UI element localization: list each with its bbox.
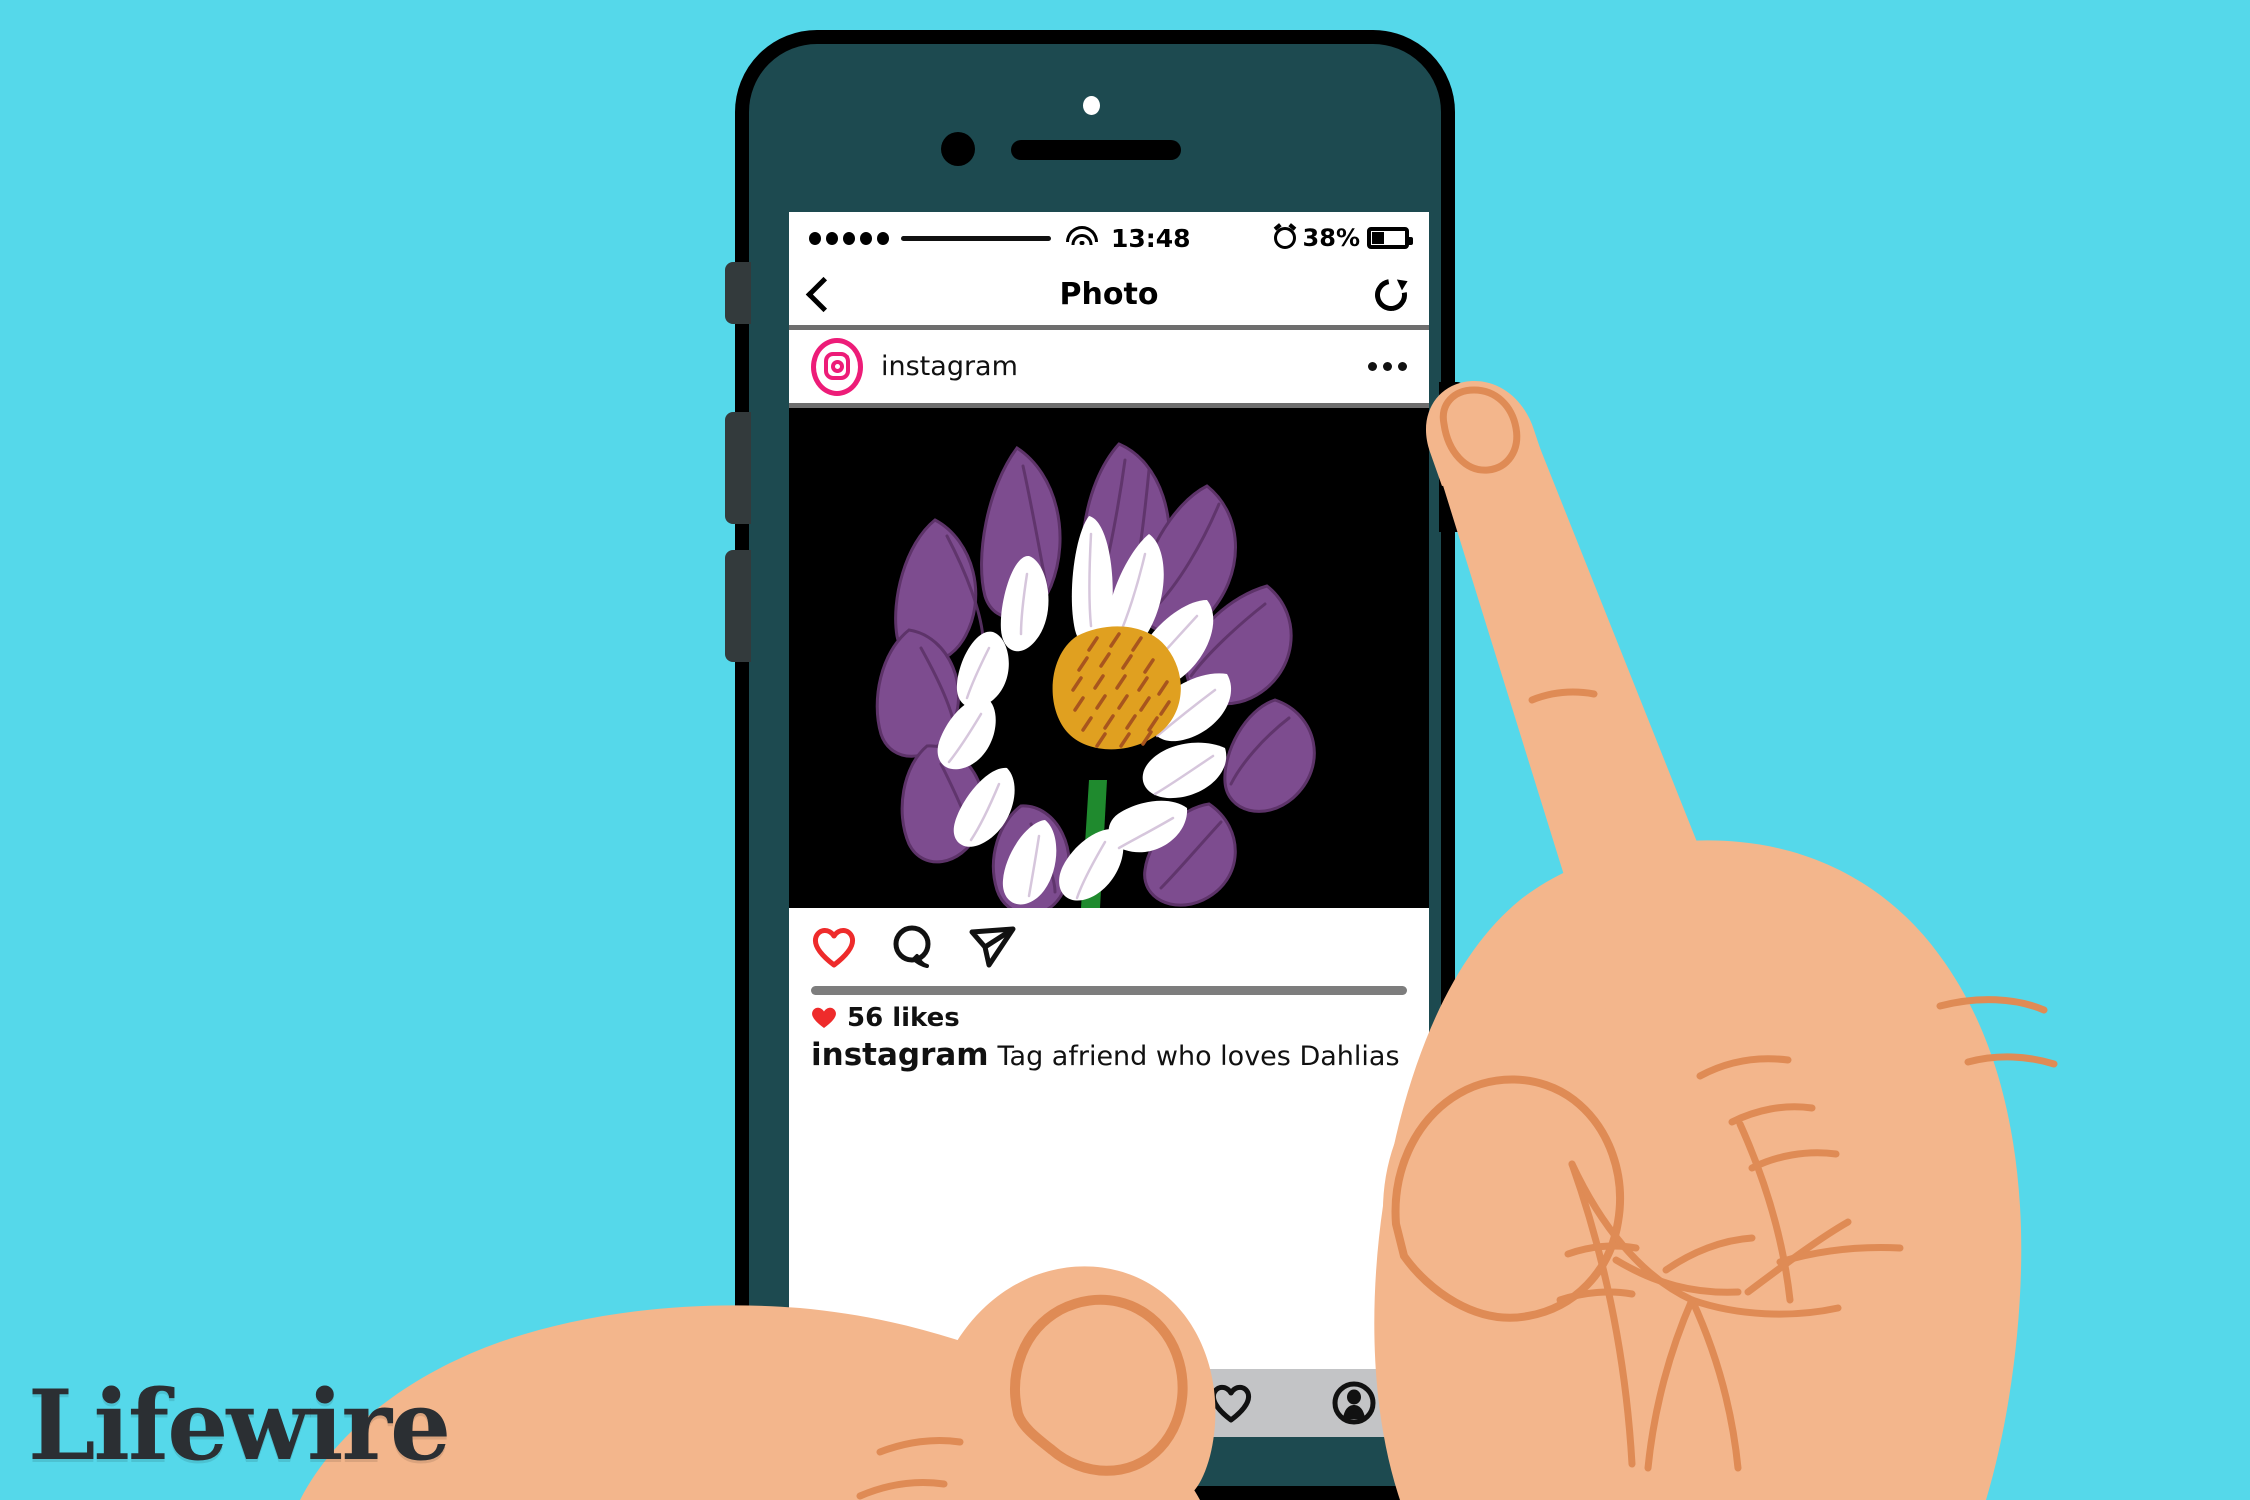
status-right-group: 38% xyxy=(1273,224,1413,252)
alarm-clock-icon xyxy=(1273,227,1296,249)
battery-icon xyxy=(1367,227,1413,249)
caption-username[interactable]: instagram xyxy=(811,1037,989,1073)
heart-icon[interactable] xyxy=(811,926,857,968)
post-actions xyxy=(789,908,1429,986)
instagram-camera-icon[interactable] xyxy=(811,337,863,396)
volume-down-button[interactable] xyxy=(725,550,751,662)
power-button[interactable] xyxy=(1439,382,1465,532)
wifi-icon xyxy=(1066,226,1098,250)
home-icon xyxy=(843,1387,886,1420)
likes-count-label: 56 likes xyxy=(847,1003,960,1033)
likes-row: 56 likes xyxy=(789,995,1429,1033)
post-photo[interactable] xyxy=(789,408,1429,908)
post-caption: instagram Tag afriend who loves Dahlias xyxy=(789,1033,1429,1075)
section-divider xyxy=(811,986,1407,995)
status-clock: 13:48 xyxy=(1111,223,1191,253)
carrier-line xyxy=(901,235,1051,241)
caption-text: Tag afriend who loves Dahlias xyxy=(997,1041,1400,1072)
profile-avatar-icon xyxy=(1332,1381,1376,1425)
signal-strength-icon xyxy=(809,231,889,245)
front-camera-icon xyxy=(941,132,975,166)
tab-home[interactable] xyxy=(841,1382,887,1424)
ellipsis-icon[interactable] xyxy=(1368,362,1407,371)
dahlia-flower-illustration xyxy=(789,408,1429,908)
refresh-icon[interactable] xyxy=(1368,272,1414,317)
lifewire-logo: Lifewire xyxy=(28,1369,451,1482)
phone-screen: 13:48 38% Photo instagram 56 likes insta… xyxy=(789,212,1429,1437)
smartphone: 13:48 38% Photo instagram 56 likes insta… xyxy=(725,30,1465,1500)
heart-filled-icon xyxy=(811,1006,837,1030)
bottom-tab-bar xyxy=(789,1369,1429,1437)
status-bar: 13:48 38% xyxy=(789,212,1429,264)
page-title: Photo xyxy=(1059,277,1159,312)
tab-add[interactable] xyxy=(1086,1380,1132,1426)
illustration-canvas: 13:48 38% Photo instagram 56 likes insta… xyxy=(0,0,2250,1500)
heart-outline-icon xyxy=(1211,1384,1252,1423)
earpiece-speaker-icon xyxy=(1011,140,1181,160)
volume-up-button[interactable] xyxy=(725,412,751,524)
proximity-sensor-icon xyxy=(1083,96,1100,115)
add-plus-box-icon xyxy=(1090,1382,1128,1421)
comment-bubble-icon[interactable] xyxy=(891,925,935,969)
post-header: instagram xyxy=(789,330,1429,408)
post-username[interactable]: instagram xyxy=(881,351,1018,382)
tab-search[interactable] xyxy=(964,1381,1010,1425)
tab-activity[interactable] xyxy=(1208,1382,1254,1424)
magnifier-icon xyxy=(966,1381,1009,1425)
battery-percent-label: 38% xyxy=(1302,224,1360,252)
mute-switch-button[interactable] xyxy=(725,262,751,324)
tab-profile[interactable] xyxy=(1331,1380,1377,1426)
app-nav-header: Photo xyxy=(789,264,1429,330)
paper-plane-icon[interactable] xyxy=(969,925,1017,969)
